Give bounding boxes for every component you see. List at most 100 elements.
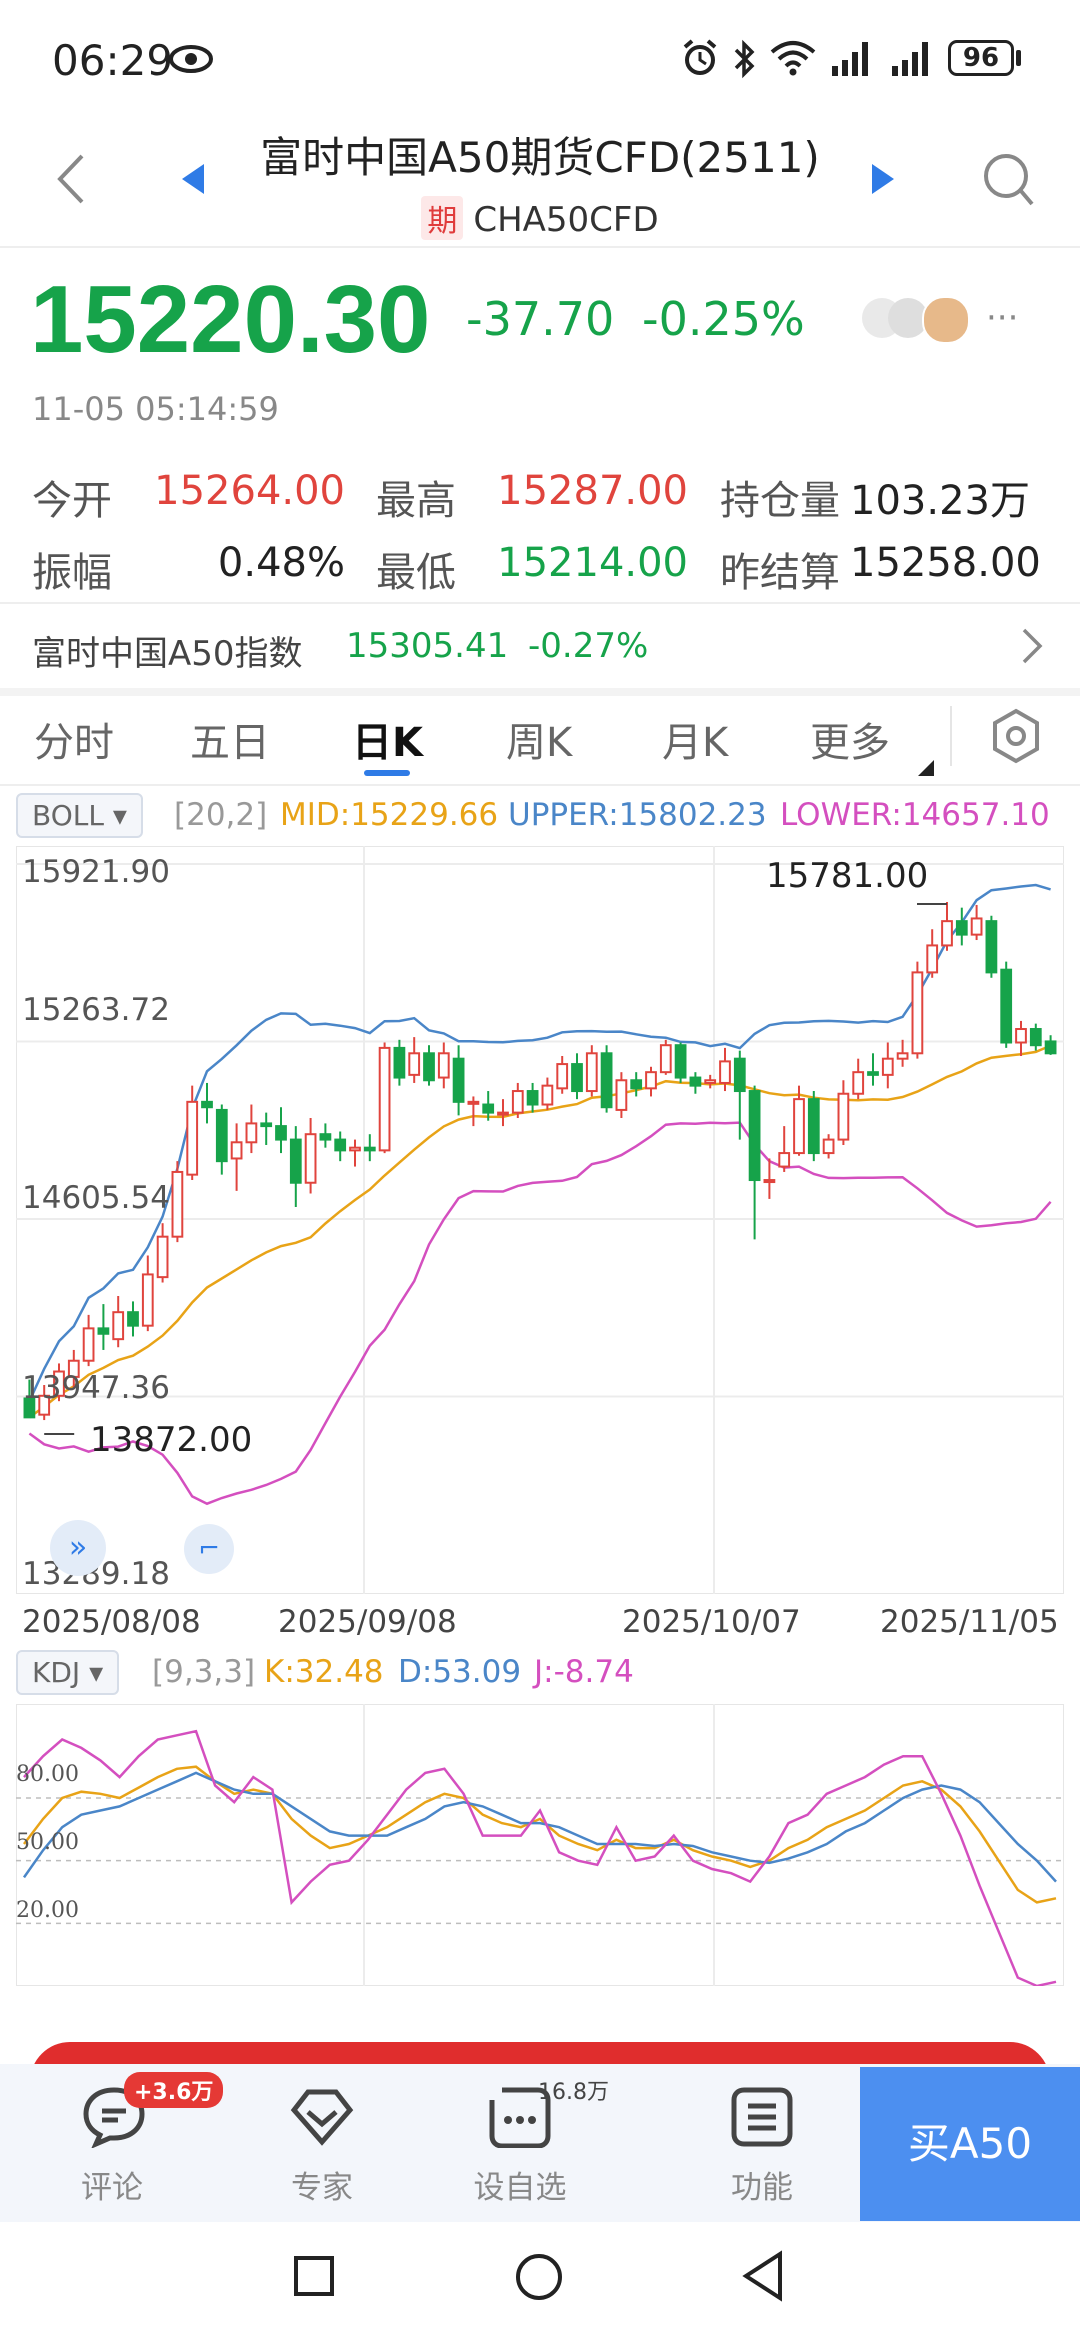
candle-body-62 xyxy=(941,920,953,947)
low-label: 最低 xyxy=(376,550,456,596)
reset-zoom-icon[interactable]: ⌐ xyxy=(184,1524,234,1574)
symbol-code: CHA50CFD xyxy=(473,200,659,240)
prev-settle-label: 昨结算 xyxy=(720,550,840,596)
candle-body-60 xyxy=(911,971,924,1055)
candle-body-55 xyxy=(837,1092,850,1141)
boll-name: BOLL xyxy=(32,799,104,832)
candle-body-44 xyxy=(674,1044,687,1079)
candle-body-5 xyxy=(97,1327,110,1335)
y-axis-label-3: 14605.54 xyxy=(22,1180,170,1216)
dropdown-corner-icon xyxy=(918,760,934,776)
amplitude-label: 振幅 xyxy=(32,550,112,596)
alarm-icon xyxy=(683,39,717,75)
candle-body-65 xyxy=(985,920,998,974)
battery-level: 96 xyxy=(962,43,1000,73)
more-icon[interactable]: ··· xyxy=(986,298,1018,338)
next-contract-icon[interactable] xyxy=(868,162,898,196)
candle-body-7 xyxy=(127,1311,139,1327)
candle-body-67 xyxy=(1015,1028,1027,1044)
candle-body-15 xyxy=(245,1122,258,1144)
candle-body-21 xyxy=(334,1138,347,1152)
candle-body-43 xyxy=(659,1044,672,1074)
status-bar: 06:29 96 xyxy=(0,0,1080,120)
tab-weekly-k[interactable]: 周K xyxy=(506,710,572,768)
futures-tag: 期 xyxy=(421,196,464,240)
candle-body-47 xyxy=(719,1060,731,1084)
candle-body-30 xyxy=(467,1100,480,1105)
candlestick-chart[interactable] xyxy=(16,846,1064,1594)
page-title: 富时中国A50期货CFD(2511) xyxy=(260,133,820,182)
recent-apps-icon[interactable] xyxy=(292,2254,336,2298)
candle-body-39 xyxy=(600,1052,613,1109)
kdj-selector[interactable]: KDJ ▾ xyxy=(16,1650,120,1695)
search-icon[interactable] xyxy=(980,150,1036,210)
tab-separator xyxy=(950,706,952,766)
candle-body-10 xyxy=(171,1170,184,1238)
nav-watchlist-label[interactable]: 设自选 xyxy=(450,2162,590,2207)
home-icon[interactable] xyxy=(514,2252,564,2302)
function-icon xyxy=(731,2087,793,2147)
battery-tip xyxy=(1016,50,1021,66)
tab-daily-k[interactable]: 日K xyxy=(352,710,423,768)
boll-upper-line xyxy=(28,883,1051,1402)
candle-body-41 xyxy=(630,1079,643,1090)
candle-body-46 xyxy=(704,1079,717,1084)
battery-indicator: 96 xyxy=(948,40,1014,76)
tab-timeshare[interactable]: 分时 xyxy=(34,710,114,768)
candle-body-27 xyxy=(423,1052,435,1082)
candle-body-32 xyxy=(497,1111,509,1116)
high-value: 15287.00 xyxy=(497,468,688,514)
tab-five-day[interactable]: 五日 xyxy=(190,710,270,768)
candle-body-66 xyxy=(1000,968,1013,1044)
buy-button[interactable]: 买A50 xyxy=(860,2067,1080,2221)
settings-icon[interactable] xyxy=(990,708,1042,764)
tab-monthly-k[interactable]: 月K xyxy=(662,710,728,768)
candle-body-37 xyxy=(571,1063,583,1093)
signal-icon-1 xyxy=(832,42,868,76)
kdj-axis-label-3: 20.00 xyxy=(16,1898,79,1923)
quote-timestamp: 11-05 05:14:59 xyxy=(32,390,279,428)
candle-body-22 xyxy=(349,1146,361,1152)
chevron-right-icon xyxy=(1022,628,1043,664)
back-icon[interactable] xyxy=(740,2250,786,2302)
kdj-chart[interactable] xyxy=(16,1704,1064,1986)
nav-expert-label[interactable]: 专家 xyxy=(252,2162,392,2207)
high-label: 最高 xyxy=(376,478,456,524)
boll-lower: LOWER:14657.10 xyxy=(780,797,1050,833)
boll-upper: UPPER:15802.23 xyxy=(508,797,767,833)
kdj-name: KDJ xyxy=(32,1656,81,1689)
candle-body-11 xyxy=(186,1100,199,1176)
comment-badge: +3.6万 xyxy=(124,2072,224,2108)
section-gap xyxy=(0,688,1080,696)
candle-body-58 xyxy=(881,1057,894,1076)
candle-body-40 xyxy=(615,1079,628,1111)
index-row[interactable]: 富时中国A50指数 15305.41 -0.27% xyxy=(0,604,1080,688)
nav-comment-label[interactable]: 评论 xyxy=(42,2162,182,2207)
tab-more[interactable]: 更多 xyxy=(810,710,890,768)
index-value: 15305.41 xyxy=(346,626,509,666)
open-label: 今开 xyxy=(32,478,112,524)
tabs-divider xyxy=(0,784,1080,786)
watchlist-count: 16.8万 xyxy=(538,2080,609,2105)
page-subtitle: 期 CHA50CFD xyxy=(0,196,1080,240)
candle-body-48 xyxy=(733,1057,746,1093)
x-axis-label-4: 2025/11/05 xyxy=(880,1604,1059,1640)
candle-body-12 xyxy=(201,1100,213,1109)
boll-params: [20,2] xyxy=(174,797,268,833)
price-change-percent: -0.25% xyxy=(642,292,805,346)
open-value: 15264.00 xyxy=(154,468,345,514)
candle-body-50 xyxy=(763,1179,776,1184)
candle-body-24 xyxy=(378,1046,391,1152)
amplitude-value: 0.48% xyxy=(217,540,345,586)
boll-selector[interactable]: BOLL ▾ xyxy=(16,793,143,838)
kdj-params: [9,3,3] xyxy=(152,1654,256,1690)
candle-body-20 xyxy=(319,1133,332,1141)
candle-body-42 xyxy=(645,1071,657,1090)
wifi-icon xyxy=(770,41,816,76)
nav-function-label[interactable]: 功能 xyxy=(692,2162,832,2207)
kdj-j: J:-8.74 xyxy=(534,1654,634,1690)
expand-icon[interactable]: » xyxy=(50,1520,106,1576)
index-name: 富时中国A50指数 xyxy=(32,634,303,674)
expert-avatar[interactable] xyxy=(922,296,970,344)
candle-body-57 xyxy=(867,1071,879,1076)
